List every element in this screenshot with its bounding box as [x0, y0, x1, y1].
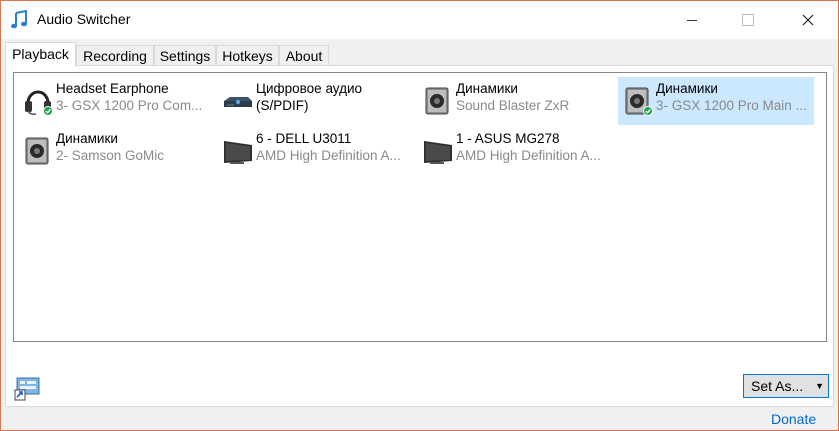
- device-description: 3- GSX 1200 Pro Com...: [56, 98, 203, 113]
- title-bar[interactable]: Audio Switcher: [1, 1, 838, 39]
- speaker-icon: [625, 87, 653, 116]
- device-description: 2- Samson GoMic: [56, 148, 165, 163]
- maximize-icon: [742, 14, 754, 26]
- music-note-icon: [11, 10, 27, 29]
- device-description: 3- GSX 1200 Pro Main ...: [656, 98, 807, 113]
- device-name: Динамики: [456, 81, 518, 96]
- set-as-label: Set As...: [751, 378, 804, 394]
- chevron-down-icon: ▼: [815, 381, 824, 391]
- window-title: Audio Switcher: [37, 11, 131, 27]
- tab-label: Hotkeys: [222, 48, 273, 64]
- device-name: 6 - DELL U3011: [256, 131, 352, 146]
- device-description: AMD High Definition A...: [456, 148, 601, 163]
- device-item[interactable]: Headset Earphone 3- GSX 1200 Pro Com...: [18, 77, 214, 125]
- speaker-icon: [425, 87, 449, 115]
- tab-label: Settings: [159, 48, 211, 64]
- spdif-icon: [224, 97, 252, 107]
- headset-icon: [25, 90, 53, 116]
- sound-control-panel-shortcut-icon[interactable]: [14, 377, 40, 401]
- tab-label: Recording: [83, 48, 147, 64]
- close-icon: [802, 14, 814, 26]
- monitor-icon: [224, 141, 252, 164]
- tab-about[interactable]: About: [279, 45, 329, 65]
- donate-link[interactable]: Donate: [771, 411, 816, 427]
- minimize-icon: [687, 19, 697, 21]
- tab-playback[interactable]: Playback: [5, 42, 76, 67]
- device-name: Headset Earphone: [56, 81, 169, 96]
- tab-recording[interactable]: Recording: [76, 45, 154, 65]
- device-item[interactable]: 1 - ASUS MG278 AMD High Definition A...: [418, 127, 614, 175]
- close-button[interactable]: [785, 1, 831, 39]
- device-name: Динамики: [56, 131, 118, 146]
- device-name: Цифровое аудио: [256, 81, 363, 96]
- app-window: Audio Switcher Playback Recording Settin…: [0, 0, 839, 431]
- device-description: (S/PDIF): [256, 98, 309, 113]
- device-description: Sound Blaster ZxR: [456, 98, 570, 113]
- maximize-button[interactable]: [725, 1, 771, 39]
- tab-label: About: [285, 48, 323, 64]
- device-description: AMD High Definition A...: [256, 148, 401, 163]
- device-item[interactable]: Динамики 2- Samson GoMic: [18, 127, 214, 175]
- playback-panel: Headset Earphone 3- GSX 1200 Pro Com... …: [5, 65, 834, 407]
- tab-hotkeys[interactable]: Hotkeys: [216, 45, 279, 65]
- device-name: 1 - ASUS MG278: [456, 131, 560, 146]
- tab-label: Playback: [12, 46, 69, 62]
- set-as-dropdown-button[interactable]: Set As... ▼: [743, 374, 829, 398]
- device-name: Динамики: [656, 81, 718, 96]
- device-item[interactable]: Динамики 3- GSX 1200 Pro Main ...: [618, 77, 814, 125]
- speaker-icon: [25, 137, 49, 165]
- tab-settings[interactable]: Settings: [154, 45, 216, 65]
- device-item[interactable]: Динамики Sound Blaster ZxR: [418, 77, 614, 125]
- monitor-icon: [424, 141, 452, 164]
- minimize-button[interactable]: [669, 1, 715, 39]
- device-list[interactable]: Headset Earphone 3- GSX 1200 Pro Com... …: [13, 72, 827, 342]
- device-item[interactable]: Цифровое аудио (S/PDIF): [218, 77, 414, 125]
- device-item[interactable]: 6 - DELL U3011 AMD High Definition A...: [218, 127, 414, 175]
